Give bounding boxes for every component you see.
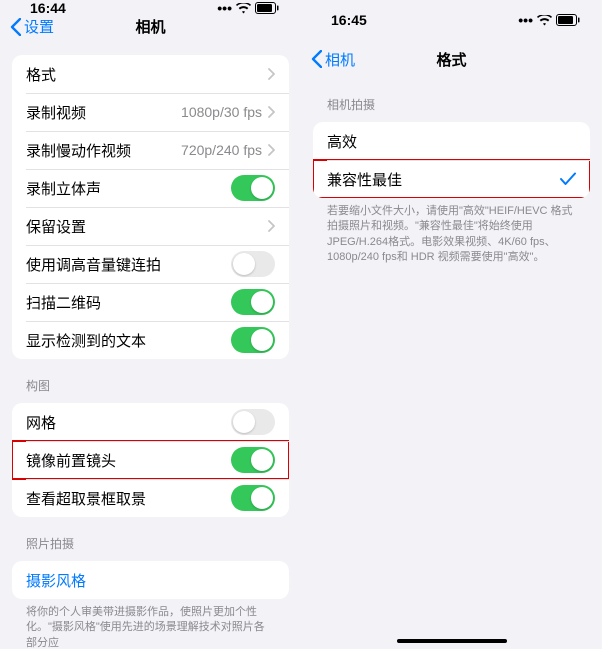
toggle-knob <box>251 487 273 509</box>
home-indicator[interactable] <box>397 639 507 643</box>
row-label: 高效 <box>327 131 357 152</box>
toggle-live-text[interactable] <box>231 327 275 353</box>
status-bar: 16:44 ••• <box>0 0 301 16</box>
toggle-knob <box>251 329 273 351</box>
toggle-outside-frame[interactable] <box>231 485 275 511</box>
section-header-composition: 构图 <box>12 359 289 399</box>
toggle-volume-burst[interactable] <box>231 251 275 277</box>
wifi-icon <box>537 15 552 26</box>
section-footer-formats: 若要缩小文件大小，请使用"高效"HEIF/HEVC 格式拍摄照片和视频。"兼容性… <box>313 198 590 266</box>
back-button[interactable]: 相机 <box>311 49 355 70</box>
row-label: 格式 <box>26 64 56 85</box>
formats-content: 相机拍摄 高效 兼容性最佳 若要缩小文件大小，请使用"高效"HEIF/HEVC … <box>301 78 602 266</box>
wifi-icon <box>236 3 251 14</box>
row-label: 使用调高音量键连拍 <box>26 254 161 275</box>
toggle-knob <box>233 253 255 275</box>
battery-icon <box>556 14 580 26</box>
formats-group: 高效 兼容性最佳 <box>313 122 590 198</box>
toggle-mirror-front[interactable] <box>231 447 275 473</box>
toggle-knob <box>251 291 273 313</box>
status-icons: ••• <box>518 12 580 28</box>
status-icons: ••• <box>217 0 279 16</box>
chevron-right-icon <box>268 144 275 156</box>
row-view-outside-frame[interactable]: 查看超取景框取景 <box>12 479 289 517</box>
row-formats[interactable]: 格式 <box>12 55 289 93</box>
row-value: 720p/240 fps <box>181 142 262 158</box>
status-time: 16:45 <box>331 12 367 28</box>
row-preserve-settings[interactable]: 保留设置 <box>12 207 289 245</box>
toggle-knob <box>251 449 273 471</box>
toggle-scan-qr[interactable] <box>231 289 275 315</box>
row-label: 显示检测到的文本 <box>26 330 146 351</box>
toggle-stereo[interactable] <box>231 175 275 201</box>
formats-screen: 16:45 ••• 相机 格式 相机拍摄 高效 兼容性最佳 若要缩小文件大小，请… <box>301 0 602 649</box>
dots-icon: ••• <box>217 0 232 16</box>
chevron-right-icon <box>268 220 275 232</box>
row-mirror-front-camera[interactable]: 镜像前置镜头 <box>12 441 289 479</box>
toggle-grid[interactable] <box>231 409 275 435</box>
section-header-camera-capture: 相机拍摄 <box>313 78 590 118</box>
back-button[interactable]: 设置 <box>10 16 54 37</box>
status-time: 16:44 <box>30 0 66 16</box>
settings-group-1: 格式 录制视频 1080p/30 fps 录制慢动作视频 720p/240 fp… <box>12 55 289 359</box>
nav-bar: 设置 相机 <box>0 16 301 37</box>
row-label: 镜像前置镜头 <box>26 450 116 471</box>
row-high-efficiency[interactable]: 高效 <box>313 122 590 160</box>
row-label: 保留设置 <box>26 216 86 237</box>
row-most-compatible[interactable]: 兼容性最佳 <box>313 160 590 198</box>
chevron-left-icon <box>311 50 322 68</box>
toggle-knob <box>251 177 273 199</box>
toggle-knob <box>233 411 255 433</box>
row-label: 摄影风格 <box>26 570 86 591</box>
section-footer-styles: 将你的个人审美带进摄影作品，使照片更加个性化。"摄影风格"使用先进的场景理解技术… <box>12 599 289 651</box>
row-label: 录制视频 <box>26 102 86 123</box>
row-record-video[interactable]: 录制视频 1080p/30 fps <box>12 93 289 131</box>
check-icon <box>560 172 576 186</box>
battery-icon <box>255 2 279 14</box>
row-label: 查看超取景框取景 <box>26 488 146 509</box>
row-label: 录制立体声 <box>26 178 101 199</box>
camera-settings-screen: 16:44 ••• 设置 相机 格式 录制视频 1080p/30 fps 录制慢 <box>0 0 301 649</box>
row-scan-qr[interactable]: 扫描二维码 <box>12 283 289 321</box>
row-record-stereo[interactable]: 录制立体声 <box>12 169 289 207</box>
back-label: 相机 <box>325 49 355 70</box>
row-photographic-styles[interactable]: 摄影风格 <box>12 561 289 599</box>
chevron-left-icon <box>10 18 21 36</box>
nav-bar: 相机 格式 <box>301 40 602 78</box>
row-label: 兼容性最佳 <box>327 169 402 190</box>
settings-group-3: 摄影风格 <box>12 561 289 599</box>
row-label: 录制慢动作视频 <box>26 140 131 161</box>
row-label: 网格 <box>26 412 56 433</box>
row-value: 1080p/30 fps <box>181 104 262 120</box>
chevron-right-icon <box>268 68 275 80</box>
settings-group-2: 网格 镜像前置镜头 查看超取景框取景 <box>12 403 289 517</box>
row-grid[interactable]: 网格 <box>12 403 289 441</box>
settings-content: 格式 录制视频 1080p/30 fps 录制慢动作视频 720p/240 fp… <box>0 37 301 651</box>
chevron-right-icon <box>268 106 275 118</box>
status-bar: 16:45 ••• <box>301 0 602 40</box>
dots-icon: ••• <box>518 12 533 28</box>
row-label: 扫描二维码 <box>26 292 101 313</box>
row-live-text[interactable]: 显示检测到的文本 <box>12 321 289 359</box>
back-label: 设置 <box>24 16 54 37</box>
row-record-slomo[interactable]: 录制慢动作视频 720p/240 fps <box>12 131 289 169</box>
section-header-photo-capture: 照片拍摄 <box>12 517 289 557</box>
row-volume-burst[interactable]: 使用调高音量键连拍 <box>12 245 289 283</box>
